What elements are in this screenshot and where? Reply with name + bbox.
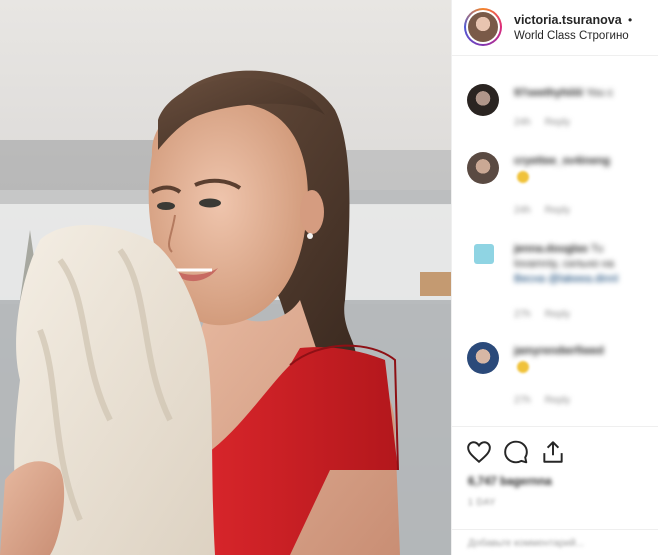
comment-avatar[interactable]	[467, 152, 499, 184]
comment-text: jamyrendwrfiwed	[514, 344, 658, 359]
heart-icon[interactable]	[466, 439, 492, 465]
post-photo[interactable]	[0, 0, 451, 555]
comment-body: You c	[585, 87, 614, 99]
likes-count[interactable]: 6,747 bagernna	[468, 476, 552, 488]
comment-meta: 27h Reply	[514, 309, 570, 320]
comment-time: 27h	[514, 309, 531, 320]
comment-body-line: lovamniy, сильно на	[514, 258, 614, 270]
story-ring[interactable]	[464, 8, 502, 46]
comment-avatar[interactable]	[467, 84, 499, 116]
comment-username: jenna.douglas	[514, 243, 588, 255]
comment-time: 27h	[514, 395, 531, 406]
reply-link[interactable]: Reply	[545, 309, 571, 320]
comment-meta: 24h Reply	[514, 117, 570, 128]
post-location[interactable]: World Class Строгино	[514, 30, 629, 42]
emoji-icon	[517, 361, 529, 373]
reply-link[interactable]: Reply	[545, 117, 571, 128]
comment-time: 24h	[514, 205, 531, 216]
share-icon[interactable]	[540, 439, 566, 465]
add-comment-bar[interactable]: Добавьте комментарий...	[452, 529, 658, 556]
post-image	[0, 0, 451, 555]
comment-body-line: Весна @lakeea.dinnl	[514, 273, 619, 285]
comment-meta: 24h Reply	[514, 205, 570, 216]
comment-avatar[interactable]	[474, 244, 494, 264]
comment-body: Tu	[590, 243, 604, 255]
reply-link[interactable]: Reply	[545, 205, 571, 216]
post-header: victoria.tsuranova • World Class Строгин…	[452, 0, 658, 56]
separator-dot: •	[628, 13, 633, 27]
reply-link[interactable]: Reply	[545, 395, 571, 406]
comment-avatar[interactable]	[467, 342, 499, 374]
comment-time: 24h	[514, 117, 531, 128]
comment-username: jamyrendwrfiwed	[514, 345, 604, 357]
emoji-icon	[517, 171, 529, 183]
action-bar: 6,747 bagernna 1 DAY Добавьте комментари…	[452, 426, 658, 555]
add-comment-input[interactable]: Добавьте комментарий...	[468, 538, 584, 549]
comment-icon[interactable]	[503, 439, 529, 465]
avatar[interactable]	[468, 12, 498, 42]
comment-text: 97seethyhiiiii You c	[514, 86, 658, 101]
comment-meta: 27h Reply	[514, 395, 570, 406]
post-sidebar: victoria.tsuranova • World Class Строгин…	[451, 0, 658, 555]
comment-username: cryettee_sv4ineng	[514, 155, 610, 167]
post-username[interactable]: victoria.tsuranova	[514, 13, 622, 27]
post-date: 1 DAY	[468, 497, 496, 507]
comment-text: jenna.douglas Tu lovamniy, сильно на Вес…	[514, 242, 658, 287]
comment-text: cryettee_sv4ineng	[514, 154, 658, 169]
comment-username: 97seethyhiiiii	[514, 87, 584, 99]
